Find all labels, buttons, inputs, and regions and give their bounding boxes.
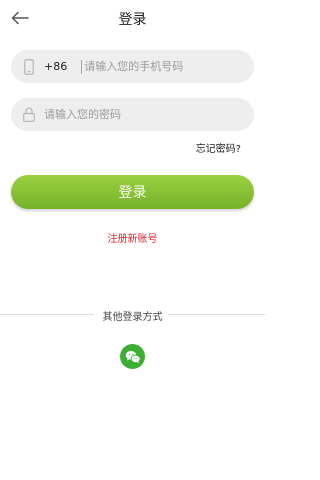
forgot-password-link[interactable]: 忘记密码?	[196, 140, 241, 155]
page-title: 登录	[118, 12, 147, 28]
header: 登录	[0, 0, 265, 36]
text-caret	[81, 59, 83, 74]
country-code[interactable]: +86	[44, 60, 67, 73]
password-field[interactable]	[11, 98, 254, 131]
password-input[interactable]	[44, 108, 194, 121]
divider-right	[168, 314, 265, 315]
login-screen: 登录 +86 忘记密码? 登录 注册新账号 其他登录方式	[0, 0, 265, 480]
register-link[interactable]: 注册新账号	[0, 230, 265, 245]
wechat-login-button[interactable]	[120, 344, 145, 369]
phone-icon	[22, 58, 36, 75]
phone-input[interactable]	[84, 60, 235, 73]
lock-icon	[22, 107, 36, 123]
wechat-icon	[125, 350, 141, 363]
other-login-label: 其他登录方式	[102, 312, 163, 323]
login-button[interactable]: 登录	[11, 175, 254, 209]
phone-field[interactable]: +86	[11, 50, 254, 83]
